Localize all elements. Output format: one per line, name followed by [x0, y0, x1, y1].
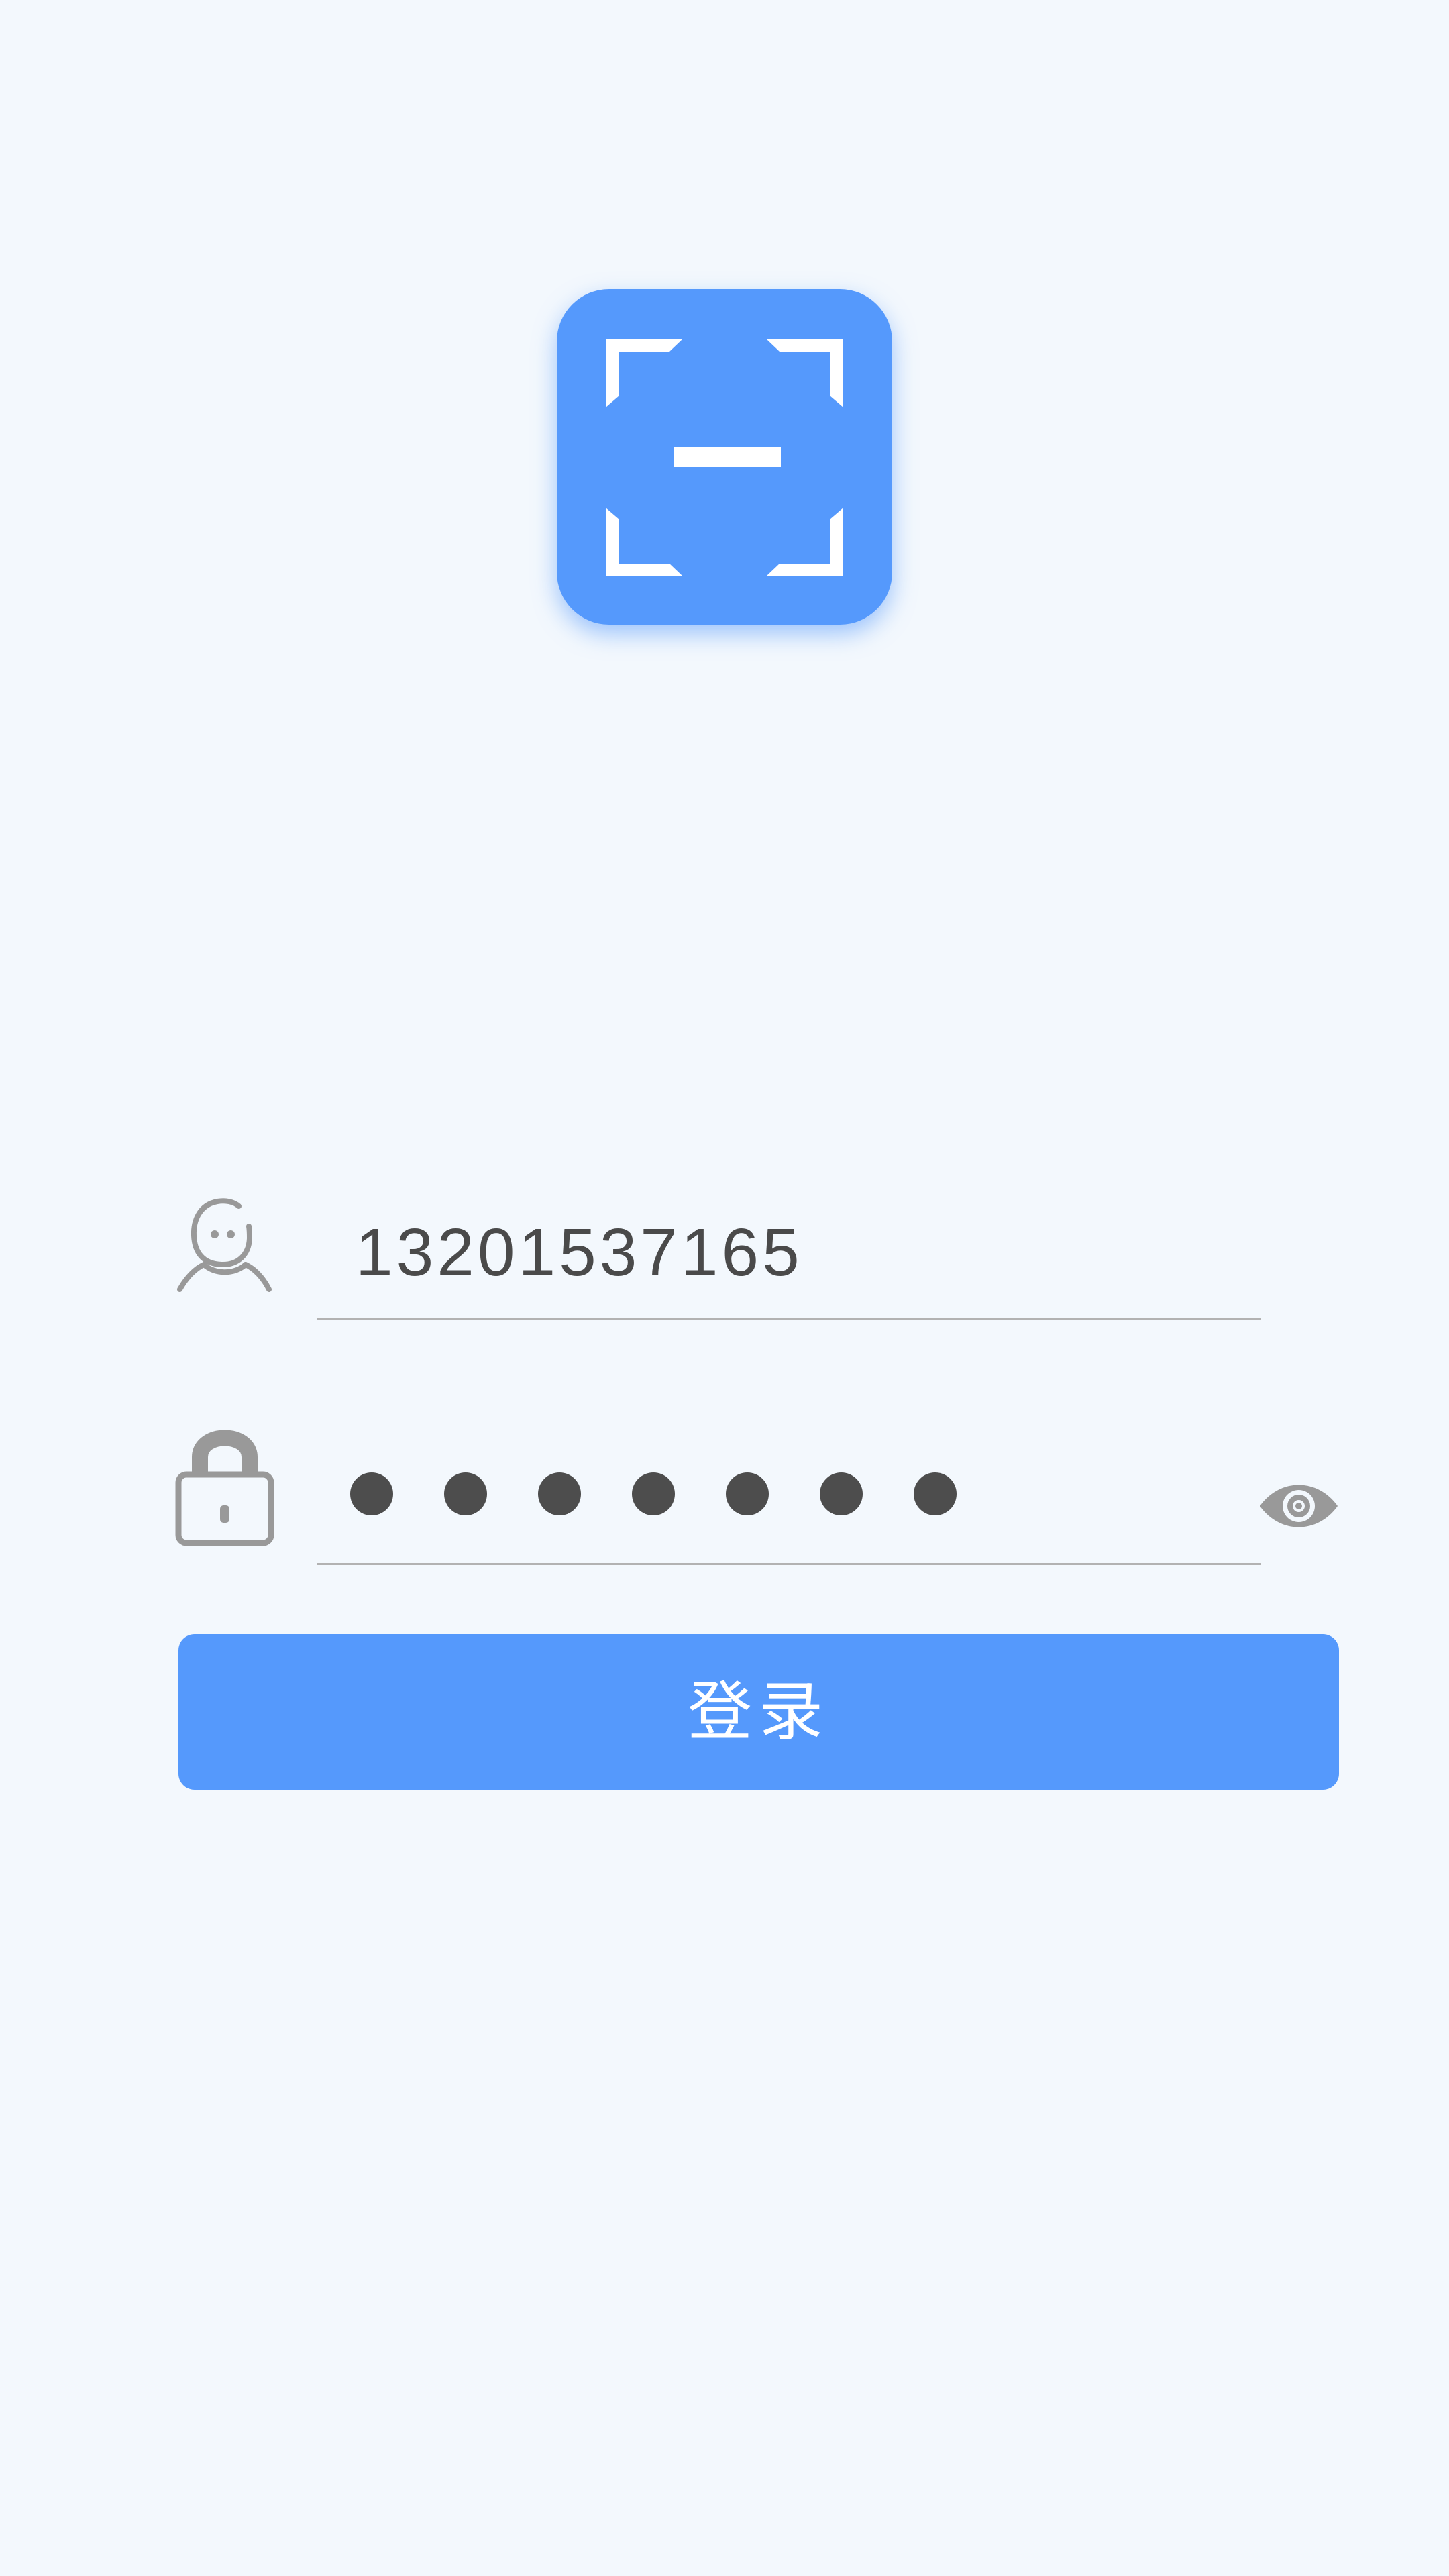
- password-dot: [820, 1472, 863, 1515]
- password-dot: [444, 1472, 487, 1515]
- password-visibility-toggle[interactable]: [1258, 1481, 1339, 1531]
- eye-icon: [1260, 1485, 1338, 1527]
- scan-frame-icon: [606, 339, 843, 576]
- lock-icon: [174, 1422, 275, 1550]
- app-logo: [557, 289, 892, 625]
- password-dot: [726, 1472, 769, 1515]
- password-dot: [914, 1472, 957, 1515]
- password-dot: [632, 1472, 675, 1515]
- password-dot: [538, 1472, 581, 1515]
- user-icon: [174, 1195, 275, 1296]
- password-input[interactable]: [317, 1432, 1261, 1565]
- login-button[interactable]: 登录: [178, 1634, 1339, 1790]
- account-input[interactable]: 13201537165: [317, 1187, 1261, 1320]
- password-dot: [350, 1472, 393, 1515]
- password-mask: [350, 1472, 957, 1515]
- account-value: 13201537165: [356, 1215, 803, 1290]
